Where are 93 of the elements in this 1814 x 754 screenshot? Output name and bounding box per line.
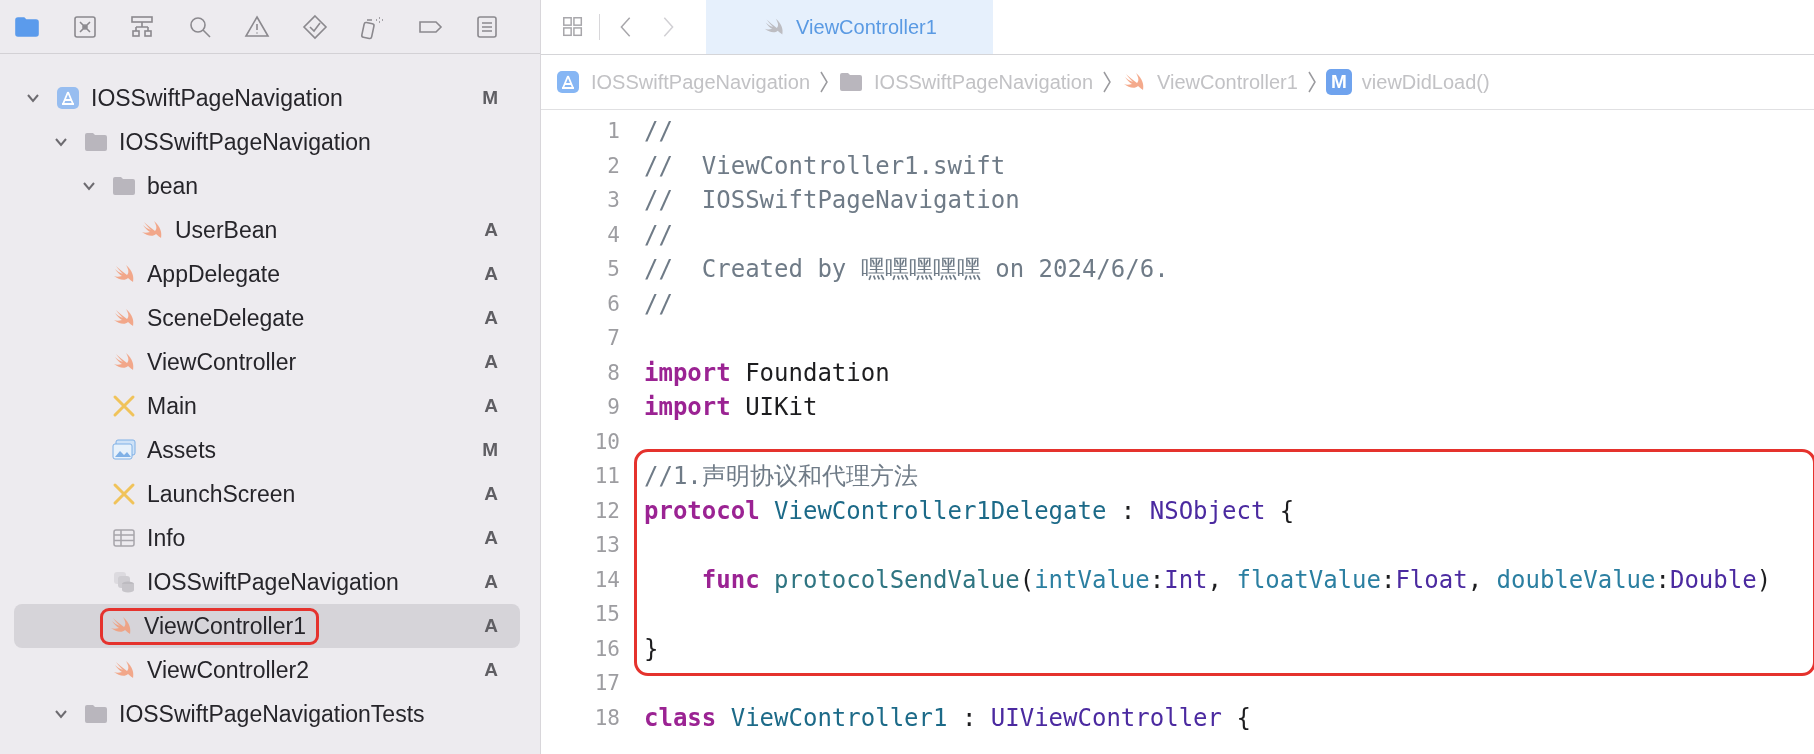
tree-item[interactable]: Info A <box>14 516 520 560</box>
code-line: class ViewController1 : UIViewController { <box>644 703 1251 732</box>
status-letter: M <box>482 87 498 109</box>
line-number: 9 <box>606 394 620 421</box>
file-name: ViewController <box>147 348 297 376</box>
line-number: 14 <box>593 566 620 594</box>
status-letter: A <box>484 351 498 373</box>
warning-icon <box>244 13 270 40</box>
cross-tools-icon <box>111 393 137 419</box>
chevron-separator-icon <box>1101 69 1114 95</box>
file-name: IOSSwiftPageNavigationTests <box>119 700 425 728</box>
line-number: 6 <box>606 290 620 318</box>
code-line: //1.声明协议和代理方法 <box>644 462 918 490</box>
tree-item[interactable]: ViewController2 A <box>14 648 520 692</box>
line-number: 5 <box>606 256 620 283</box>
file-name: IOSSwiftPageNavigation <box>91 84 343 112</box>
tree-item[interactable]: Main A <box>14 384 520 428</box>
tree-item[interactable]: AppDelegate A <box>14 252 520 296</box>
line-number: 3 <box>606 187 620 214</box>
code-line: } <box>644 634 659 663</box>
line-number: 2 <box>606 152 620 180</box>
tree-item[interactable]: ViewController A <box>14 340 520 384</box>
cylinder-stack-icon <box>111 569 137 595</box>
line-number: 18 <box>593 704 620 732</box>
square-cross-icon <box>71 13 98 40</box>
code-line: // ViewController1.swift <box>644 151 1006 180</box>
breadcrumb-label: IOSSwiftPageNavigation <box>874 70 1094 94</box>
tree-item[interactable]: LaunchScreen A <box>14 472 520 516</box>
code-line: import UIKit <box>644 393 818 421</box>
breadcrumb-label: ViewController1 <box>1157 70 1298 94</box>
code-line: // IOSSwiftPageNavigation <box>644 186 1020 214</box>
status-letter: A <box>484 659 498 681</box>
line-number: 8 <box>606 359 620 387</box>
code-line: protocol ViewController1Delegate : NSObject { <box>644 496 1295 525</box>
file-name: bean <box>147 172 199 200</box>
breadcrumb-label: IOSSwiftPageNavigation <box>591 70 810 94</box>
file-name: AppDelegate <box>147 260 280 288</box>
file-name: IOSSwiftPageNavigation <box>147 568 399 596</box>
code-line: // <box>644 289 673 318</box>
tree-item[interactable]: UserBean A <box>14 208 520 252</box>
grid-layout-icon[interactable] <box>561 15 585 39</box>
code-line: // Created by 嘿嘿嘿嘿嘿 on 2024/6/6. <box>644 255 1169 283</box>
code-line: import Foundation <box>644 358 890 387</box>
line-number: 17 <box>593 670 620 697</box>
image-stack-icon <box>111 437 137 463</box>
code-line: // <box>644 117 673 145</box>
tree-item[interactable]: IOSSwiftPageNavigation <box>14 120 520 164</box>
code-line: func protocolSendValue(intValue:Int, floatValue:Float, doubleValue:Double) <box>700 565 1772 594</box>
chevron-separator-icon <box>818 69 830 95</box>
status-letter: A <box>484 219 498 241</box>
list-icon <box>474 13 500 40</box>
method-icon: M <box>1325 69 1352 95</box>
tree-item[interactable]: SceneDelegate A <box>14 296 520 340</box>
tree-item[interactable]: Assets M <box>14 428 520 472</box>
file-name: LaunchScreen <box>147 480 296 508</box>
status-letter: A <box>484 395 498 417</box>
status-letter: A <box>484 263 498 285</box>
line-number: 1 <box>606 118 620 145</box>
file-name: ViewController1 <box>144 612 306 640</box>
breadcrumb-label: viewDidLoad() <box>1361 70 1490 94</box>
file-name: SceneDelegate <box>147 304 305 332</box>
chevron-separator-icon <box>1305 69 1318 95</box>
status-letter: A <box>484 571 498 593</box>
line-number: 12 <box>593 497 620 525</box>
line-number: 13 <box>593 532 620 559</box>
tree-item[interactable]: ViewController1 A <box>14 604 520 648</box>
line-number: 15 <box>593 601 620 628</box>
tree-item[interactable]: IOSSwiftPageNavigation M <box>14 76 520 120</box>
line-number: 7 <box>606 325 620 352</box>
hierarchy-icon <box>129 13 155 40</box>
status-letter: A <box>484 483 498 505</box>
tree-item[interactable]: bean <box>14 164 520 208</box>
file-name: IOSSwiftPageNavigation <box>119 128 371 156</box>
status-letter: A <box>484 527 498 549</box>
status-letter: A <box>484 615 498 637</box>
file-name: UserBean <box>175 216 278 244</box>
file-name: Main <box>147 392 197 420</box>
diamond-check-icon <box>301 13 328 40</box>
status-letter: A <box>484 307 498 329</box>
status-letter: M <box>482 439 498 461</box>
tree-item[interactable]: IOSSwiftPageNavigation A <box>14 560 520 604</box>
app-project-icon <box>555 69 581 95</box>
file-name: ViewController2 <box>147 656 309 684</box>
line-number: 10 <box>593 428 620 456</box>
line-number: 16 <box>593 635 620 663</box>
line-number: 11 <box>593 463 620 490</box>
code-line: // <box>644 220 673 249</box>
app-project-icon <box>55 85 81 111</box>
file-name: Assets <box>147 436 217 464</box>
file-name: Info <box>147 524 186 552</box>
line-number: 4 <box>606 221 620 249</box>
cross-tools-icon <box>111 481 137 507</box>
tree-item[interactable]: IOSSwiftPageNavigationTests <box>14 692 520 736</box>
